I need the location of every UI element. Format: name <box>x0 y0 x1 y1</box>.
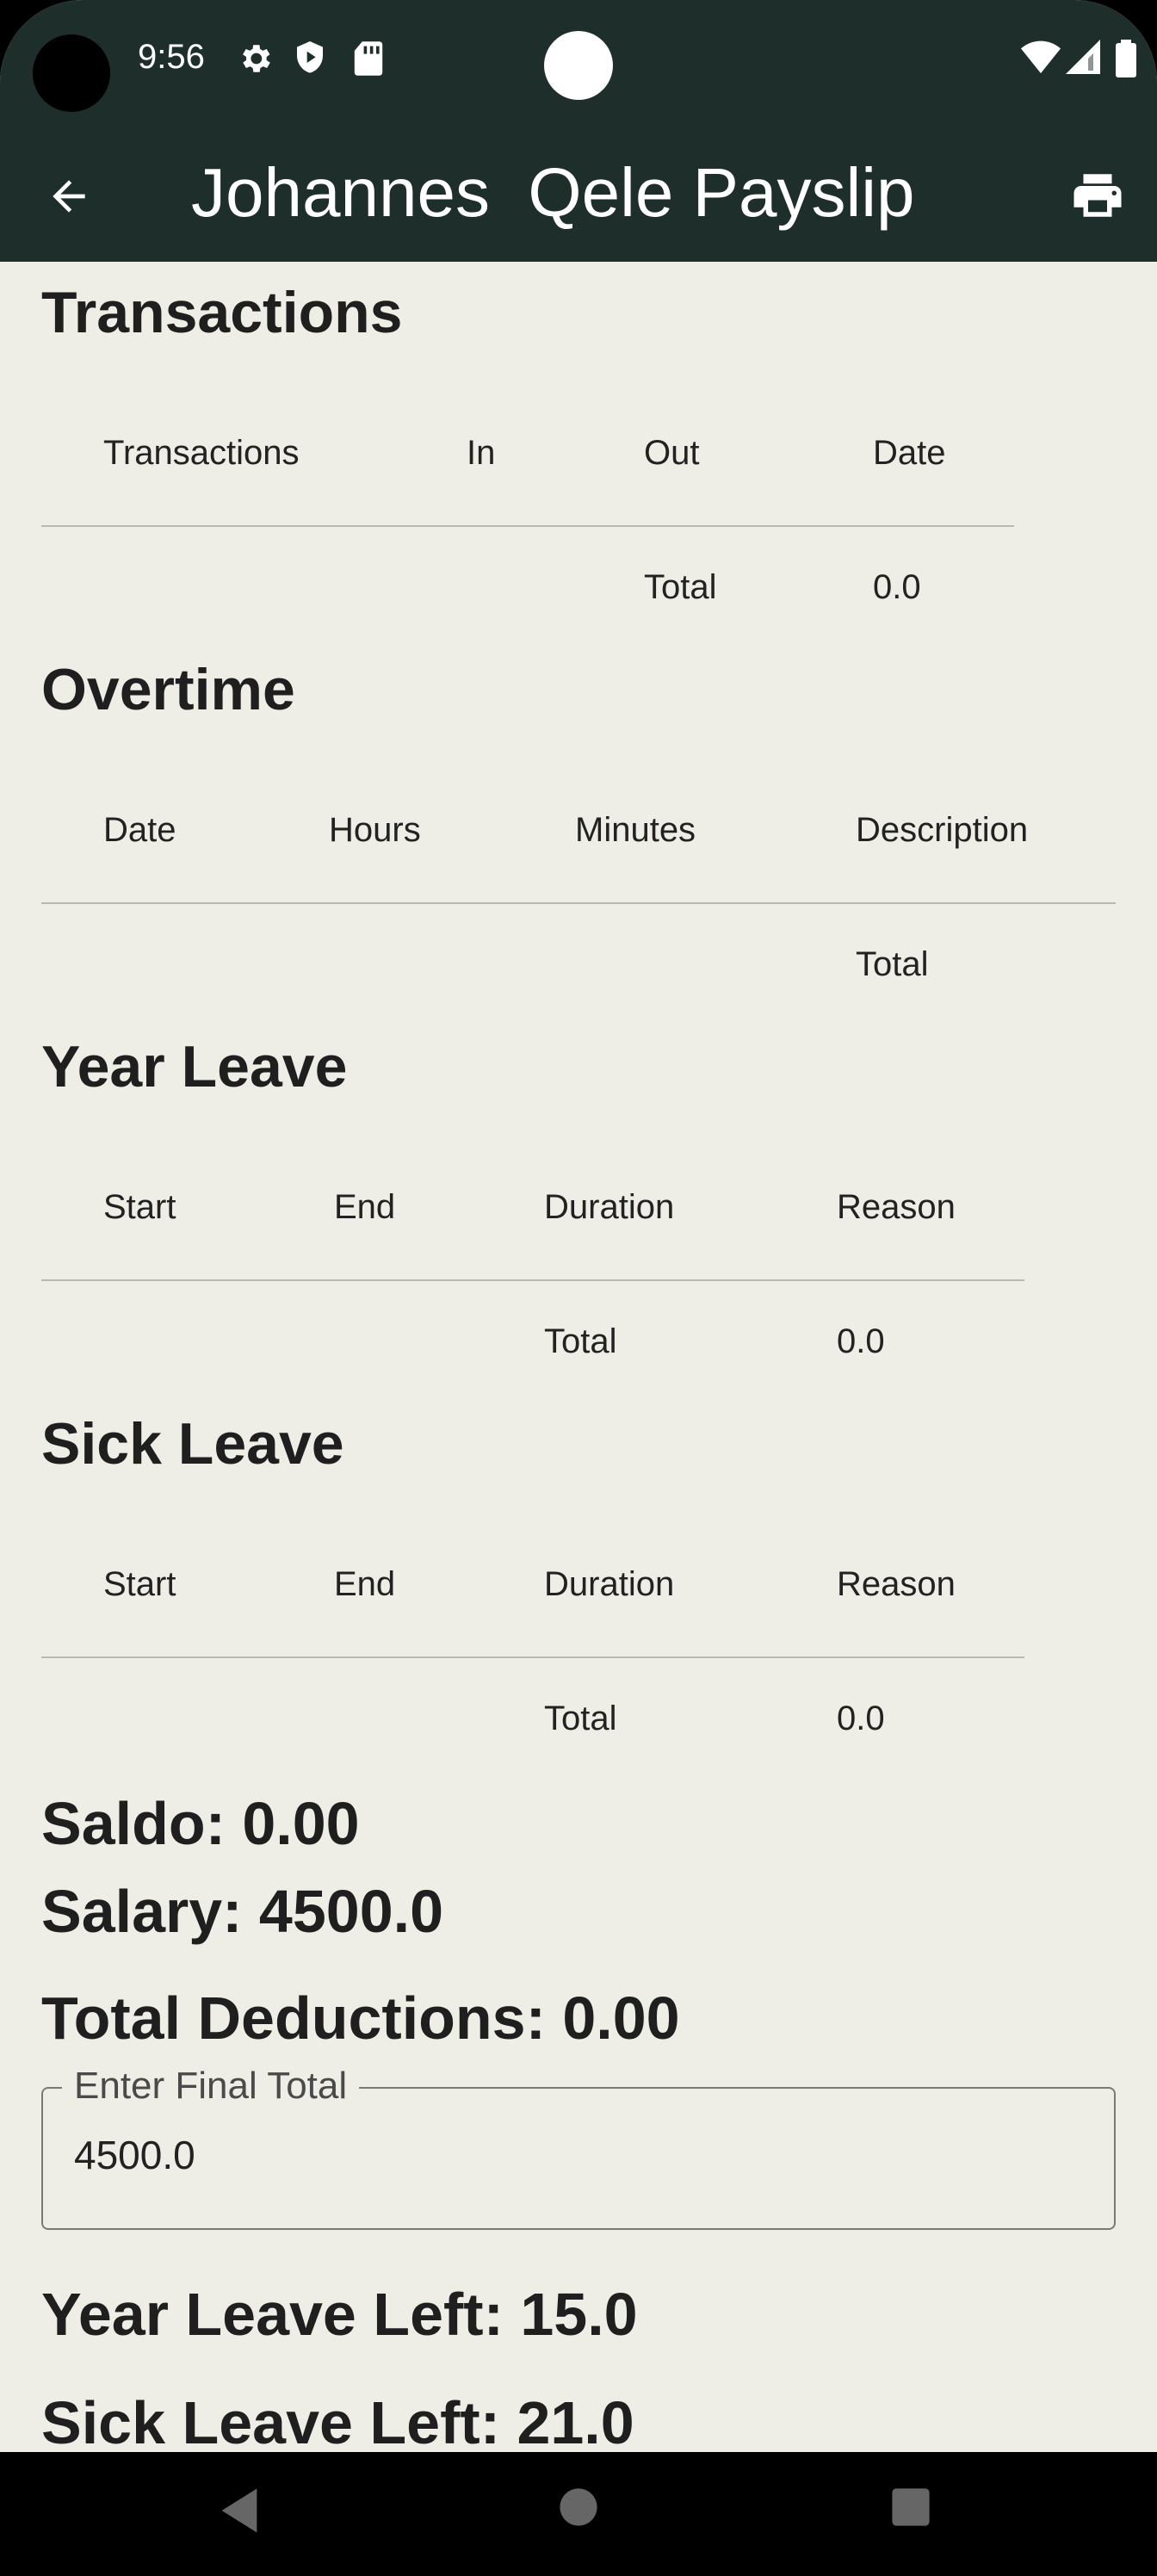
transactions-heading: Transactions <box>41 280 403 345</box>
sd-card-icon <box>354 41 383 76</box>
sick-leave-total-label: Total <box>544 1700 617 1737</box>
status-bar: 9:56 <box>0 0 1157 131</box>
back-button[interactable] <box>34 162 103 231</box>
sick-leave-col-reason: Reason <box>837 1565 956 1603</box>
year-leave-divider <box>41 1279 1024 1281</box>
screen: 9:56 Johannes Qele Payslip Transactions … <box>0 0 1157 2576</box>
transactions-col-date: Date <box>873 434 946 472</box>
transactions-total-value: 0.0 <box>873 568 921 606</box>
saldo-text: Saldo: 0.00 <box>41 1790 360 1857</box>
year-leave-left-text: Year Leave Left: 15.0 <box>41 2281 638 2348</box>
home-nav-icon[interactable] <box>558 2486 599 2528</box>
overtime-col-date: Date <box>103 811 176 849</box>
transactions-total-label: Total <box>644 568 717 606</box>
battery-icon <box>1116 40 1136 77</box>
navigation-bar <box>0 2452 1157 2576</box>
year-leave-total-label: Total <box>544 1322 617 1360</box>
signal-icon <box>1066 40 1100 74</box>
back-nav-icon[interactable] <box>217 2486 262 2535</box>
year-leave-heading: Year Leave <box>41 1034 348 1099</box>
sick-leave-col-end: End <box>334 1565 396 1603</box>
year-leave-col-start: Start <box>103 1188 176 1226</box>
transactions-col-out: Out <box>644 434 700 472</box>
front-camera <box>544 31 613 100</box>
sick-leave-heading: Sick Leave <box>41 1411 344 1477</box>
year-leave-total-value: 0.0 <box>837 1322 885 1360</box>
settings-icon <box>243 45 270 72</box>
page-title: Johannes Qele Payslip <box>191 154 915 231</box>
total-deductions-text: Total Deductions: 0.00 <box>41 1985 680 2052</box>
print-button[interactable] <box>1059 157 1136 234</box>
overtime-col-hours: Hours <box>329 811 421 849</box>
overtime-divider <box>41 902 1116 904</box>
transactions-col-in: In <box>467 434 496 472</box>
overtime-col-minutes: Minutes <box>575 811 696 849</box>
final-total-label: Enter Final Total <box>62 2065 360 2108</box>
final-total-field[interactable]: Enter Final Total 4500.0 <box>41 2065 1116 2230</box>
recents-nav-icon[interactable] <box>890 2486 931 2528</box>
wifi-icon <box>1021 40 1061 74</box>
salary-text: Salary: 4500.0 <box>41 1878 444 1945</box>
sick-leave-col-start: Start <box>103 1565 176 1603</box>
year-leave-col-reason: Reason <box>837 1188 956 1226</box>
sick-leave-divider <box>41 1656 1024 1658</box>
transactions-divider <box>41 525 1014 527</box>
camera-cutout <box>33 34 110 112</box>
year-leave-col-end: End <box>334 1188 396 1226</box>
overtime-col-description: Description <box>856 811 1029 849</box>
status-time: 9:56 <box>138 38 205 76</box>
year-leave-col-duration: Duration <box>544 1188 675 1226</box>
overtime-heading: Overtime <box>41 657 295 722</box>
sick-leave-col-duration: Duration <box>544 1565 675 1603</box>
print-icon[interactable] <box>1069 167 1126 224</box>
final-total-input-value[interactable]: 4500.0 <box>74 2132 195 2178</box>
arrow-back-icon[interactable] <box>45 172 93 220</box>
sick-leave-total-value: 0.0 <box>837 1700 885 1737</box>
shield-icon <box>297 41 323 73</box>
overtime-total-label: Total <box>856 945 929 983</box>
transactions-col-transactions: Transactions <box>103 434 300 472</box>
app-bar: Johannes Qele Payslip <box>0 131 1157 262</box>
sick-leave-left-text: Sick Leave Left: 21.0 <box>41 2389 634 2456</box>
